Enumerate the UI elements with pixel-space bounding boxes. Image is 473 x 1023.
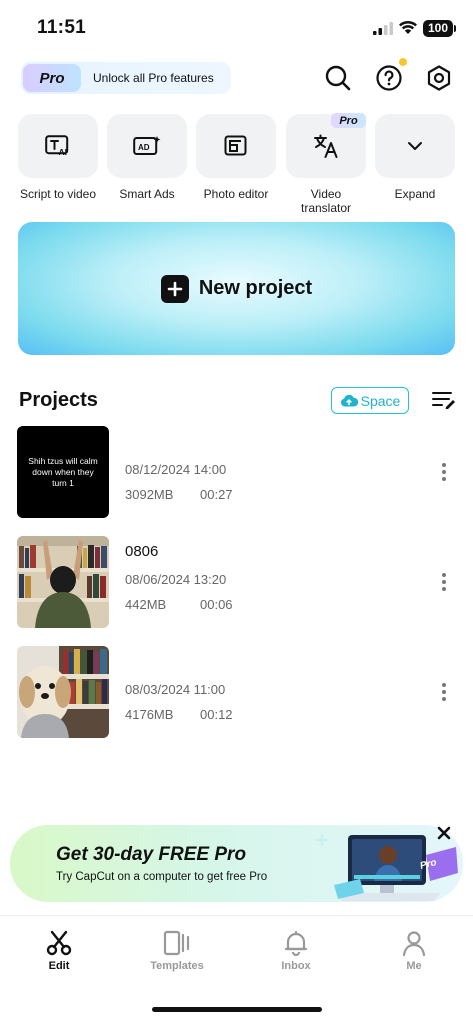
nav-edit[interactable]: Edit — [19, 930, 99, 972]
script-ai-icon: AI — [45, 135, 69, 157]
home-indicator[interactable] — [152, 1007, 322, 1012]
project-item[interactable]: Shih tzus will calm down when they turn … — [0, 426, 473, 518]
tool-script-to-video[interactable]: AI — [18, 114, 98, 178]
nav-me[interactable]: Me — [374, 930, 454, 972]
tool-label-smart-ads: Smart Ads — [119, 187, 175, 201]
ads-ai-icon: AD — [133, 136, 161, 155]
tool-label-expand: Expand — [394, 187, 436, 201]
close-icon[interactable] — [436, 825, 452, 841]
projects-heading: Projects — [19, 389, 98, 411]
nav-me-label: Me — [406, 960, 422, 972]
tool-photo-editor[interactable] — [196, 114, 276, 178]
pro-badge: Pro — [23, 64, 81, 92]
project-date: 08/12/2024 14:00 — [125, 462, 227, 477]
unlock-pro-text: Unlock all Pro features — [93, 71, 214, 85]
nav-inbox[interactable]: Inbox — [256, 930, 336, 972]
manage-list-icon[interactable] — [432, 391, 456, 409]
promo-title: Get 30-day FREE Pro — [56, 844, 247, 865]
scissors-icon — [46, 930, 72, 956]
svg-text:AI: AI — [59, 147, 68, 157]
nav-edit-label: Edit — [48, 960, 70, 972]
search-icon[interactable] — [324, 64, 352, 92]
translate-icon — [314, 134, 338, 158]
project-duration: 00:12 — [200, 707, 233, 722]
project-size: 4176MB — [125, 707, 174, 722]
new-project-label: New project — [198, 277, 313, 299]
project-size: 3092MB — [125, 487, 174, 502]
notification-dot — [399, 58, 407, 66]
pro-tag: Pro — [331, 113, 366, 128]
settings-gear-icon[interactable] — [425, 64, 453, 92]
computer-illustration — [334, 835, 458, 901]
tool-smart-ads[interactable]: AD — [107, 114, 187, 178]
more-options-icon[interactable] — [440, 683, 448, 703]
cellular-signal-icon — [373, 22, 393, 35]
project-thumbnail — [17, 536, 109, 628]
tool-expand[interactable] — [375, 114, 455, 178]
bell-icon — [284, 930, 308, 956]
tool-label-script-to-video: Script to video — [19, 187, 97, 201]
promo-subtitle: Try CapCut on a computer to get free Pro — [56, 871, 268, 883]
plus-icon — [160, 274, 189, 303]
status-time: 11:51 — [37, 17, 87, 38]
project-duration: 00:06 — [200, 597, 233, 612]
status-bar: 11:51 100 — [0, 0, 473, 56]
templates-icon — [163, 930, 190, 956]
nav-inbox-label: Inbox — [281, 960, 311, 972]
battery-indicator: 100 — [423, 20, 456, 37]
project-item[interactable]: 08/03/2024 11:00 4176MB 00:12 — [0, 646, 473, 738]
help-icon[interactable] — [375, 64, 403, 92]
space-button[interactable]: Space — [331, 387, 409, 414]
tool-label-photo-editor: Photo editor — [203, 187, 269, 201]
project-thumbnail: Shih tzus will calm down when they turn … — [17, 426, 109, 518]
more-options-icon[interactable] — [440, 463, 448, 483]
more-options-icon[interactable] — [440, 573, 448, 593]
nav-templates[interactable]: Templates — [137, 930, 217, 972]
project-date: 08/03/2024 11:00 — [125, 682, 226, 697]
thumbnail-caption: Shih tzus will calm down when they turn … — [28, 455, 98, 488]
space-label: Space — [360, 392, 401, 409]
profile-icon — [402, 931, 426, 956]
project-item[interactable]: 0806 08/06/2024 13:20 442MB 00:06 — [0, 536, 473, 628]
project-name: 0806 — [125, 543, 159, 560]
nav-templates-label: Templates — [150, 960, 204, 972]
new-project-button[interactable]: New project — [18, 222, 455, 355]
sparkle-icon — [313, 831, 331, 849]
wifi-icon — [399, 20, 417, 34]
photo-editor-icon — [224, 135, 247, 156]
tool-label-video-translator: Video translator — [300, 187, 352, 215]
cloud-icon — [340, 394, 358, 407]
unlock-pro-banner[interactable]: Pro Unlock all Pro features — [21, 62, 231, 94]
project-thumbnail — [17, 646, 109, 738]
svg-text:AD: AD — [138, 143, 150, 152]
free-pro-promo-banner[interactable]: Get 30-day FREE Pro Try CapCut on a comp… — [10, 825, 463, 902]
chevron-down-icon — [408, 142, 422, 150]
project-date: 08/06/2024 13:20 — [125, 572, 227, 587]
project-duration: 00:27 — [200, 487, 233, 502]
project-size: 442MB — [125, 597, 167, 612]
